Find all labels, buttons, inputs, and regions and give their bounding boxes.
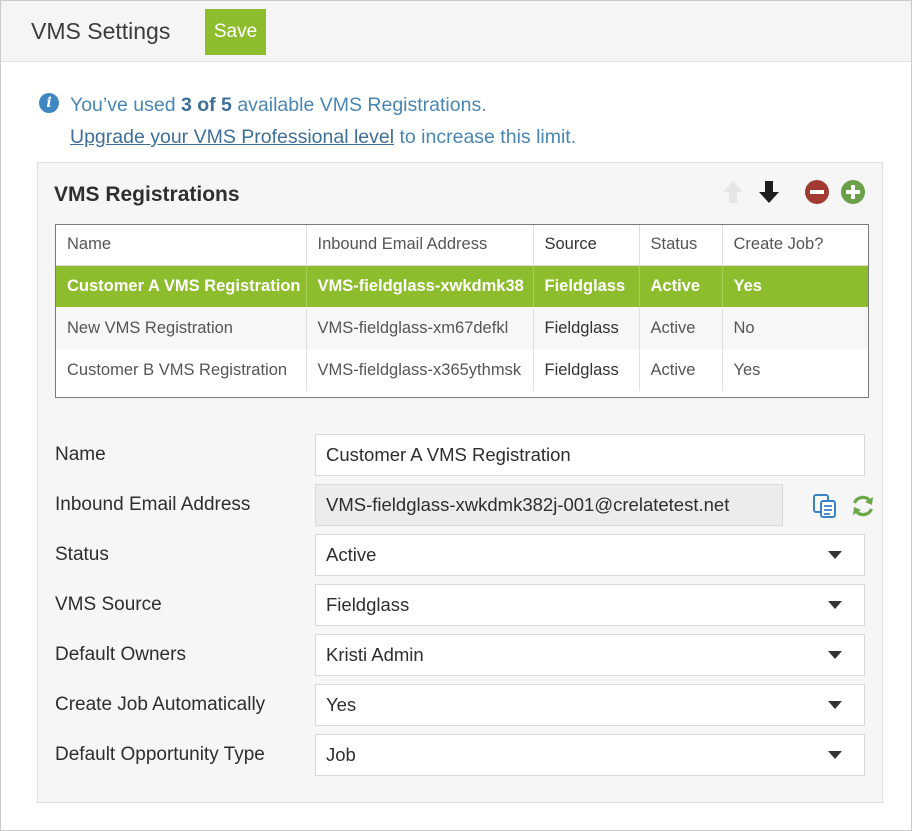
name-input[interactable]: Customer A VMS Registration <box>315 434 865 476</box>
form-row-opportunity-type: Default Opportunity Type Job <box>55 734 867 776</box>
cell-name: New VMS Registration <box>56 307 307 349</box>
chevron-down-icon <box>828 751 842 759</box>
cell-name: Customer B VMS Registration <box>56 349 307 391</box>
table-row[interactable]: Customer B VMS Registration VMS-fieldgla… <box>56 349 868 391</box>
cell-source: Fieldglass <box>533 307 640 349</box>
column-header-email[interactable]: Inbound Email Address <box>306 225 534 266</box>
source-label: VMS Source <box>55 594 162 615</box>
cell-source: Fieldglass <box>533 349 640 391</box>
column-header-create-job[interactable]: Create Job? <box>722 225 868 266</box>
cell-email: VMS-fieldglass-xwkdmk38 <box>306 265 534 307</box>
form-row-status: Status Active <box>55 534 867 576</box>
cell-create-job: No <box>722 307 868 349</box>
chevron-down-icon <box>828 701 842 709</box>
owners-label: Default Owners <box>55 644 186 665</box>
name-label: Name <box>55 444 106 465</box>
cell-source: Fieldglass <box>533 265 640 307</box>
table-row[interactable]: Customer A VMS Registration VMS-fieldgla… <box>56 265 868 307</box>
upgrade-link[interactable]: Upgrade your VMS Professional level <box>70 126 394 148</box>
column-header-name[interactable]: Name <box>56 225 307 266</box>
save-button[interactable]: Save <box>205 9 266 55</box>
status-select[interactable]: Active <box>315 534 865 576</box>
status-label: Status <box>55 544 109 565</box>
cell-email: VMS-fieldglass-xm67defkl <box>306 307 534 349</box>
chevron-down-icon <box>828 551 842 559</box>
status-select-value: Active <box>326 544 377 565</box>
form-row-name: Name Customer A VMS Registration <box>55 434 867 476</box>
upgrade-text: Upgrade your VMS Professional level to i… <box>70 126 577 148</box>
source-select[interactable]: Fieldglass <box>315 584 865 626</box>
column-header-source[interactable]: Source <box>533 225 640 266</box>
owners-select-value: Kristi Admin <box>326 644 424 665</box>
opportunity-type-select[interactable]: Job <box>315 734 865 776</box>
cell-status: Active <box>639 349 723 391</box>
opportunity-type-select-value: Job <box>326 744 356 765</box>
owners-select[interactable]: Kristi Admin <box>315 634 865 676</box>
form-row-source: VMS Source Fieldglass <box>55 584 867 626</box>
header-bar: VMS Settings Save <box>1 1 911 62</box>
create-job-select[interactable]: Yes <box>315 684 865 726</box>
copy-icon[interactable] <box>812 493 838 519</box>
create-job-label: Create Job Automatically <box>55 694 266 715</box>
cell-create-job: Yes <box>722 265 868 307</box>
refresh-icon[interactable] <box>850 493 876 519</box>
form-row-email: Inbound Email Address VMS-fieldglass-xwk… <box>55 484 873 526</box>
cell-name: Customer A VMS Registration <box>56 265 307 307</box>
cell-status: Active <box>639 265 723 307</box>
email-field: VMS-fieldglass-xwkdmk382j-001@crelatetes… <box>315 484 783 526</box>
cell-create-job: Yes <box>733 360 761 379</box>
column-header-status[interactable]: Status <box>639 225 723 266</box>
registrations-table: Name Inbound Email Address Source Status… <box>55 224 869 398</box>
form-row-owners: Default Owners Kristi Admin <box>55 634 867 676</box>
chevron-down-icon <box>828 651 842 659</box>
cell-email: VMS-fieldglass-x365ythmsk <box>306 349 534 391</box>
registrations-title: VMS Registrations <box>54 183 240 206</box>
page-title: VMS Settings <box>31 18 171 44</box>
form-row-create-job: Create Job Automatically Yes <box>55 684 867 726</box>
arrow-up-icon[interactable] <box>721 180 745 204</box>
plus-circle-icon[interactable] <box>841 180 865 204</box>
table-header-row: Name Inbound Email Address Source Status… <box>56 225 868 266</box>
table-row[interactable]: New VMS Registration VMS-fieldglass-xm67… <box>56 307 868 349</box>
create-job-select-value: Yes <box>326 694 357 715</box>
usage-count: 3 of 5 <box>180 94 232 116</box>
usage-text: You’ve used 3 of 5 available VMS Registr… <box>70 94 487 116</box>
source-select-value: Fieldglass <box>326 594 410 615</box>
cell-status: Active <box>639 307 723 349</box>
registrations-panel: VMS Registrations Name Inbound Email Add… <box>37 162 883 803</box>
arrow-down-icon[interactable] <box>757 180 781 204</box>
opportunity-type-label: Default Opportunity Type <box>55 744 265 765</box>
chevron-down-icon <box>828 601 842 609</box>
minus-circle-icon[interactable] <box>805 180 829 204</box>
vms-settings-window: VMS Settings Save i You’ve used 3 of 5 a… <box>0 0 912 831</box>
email-label: Inbound Email Address <box>55 494 251 515</box>
info-icon: i <box>39 93 59 113</box>
